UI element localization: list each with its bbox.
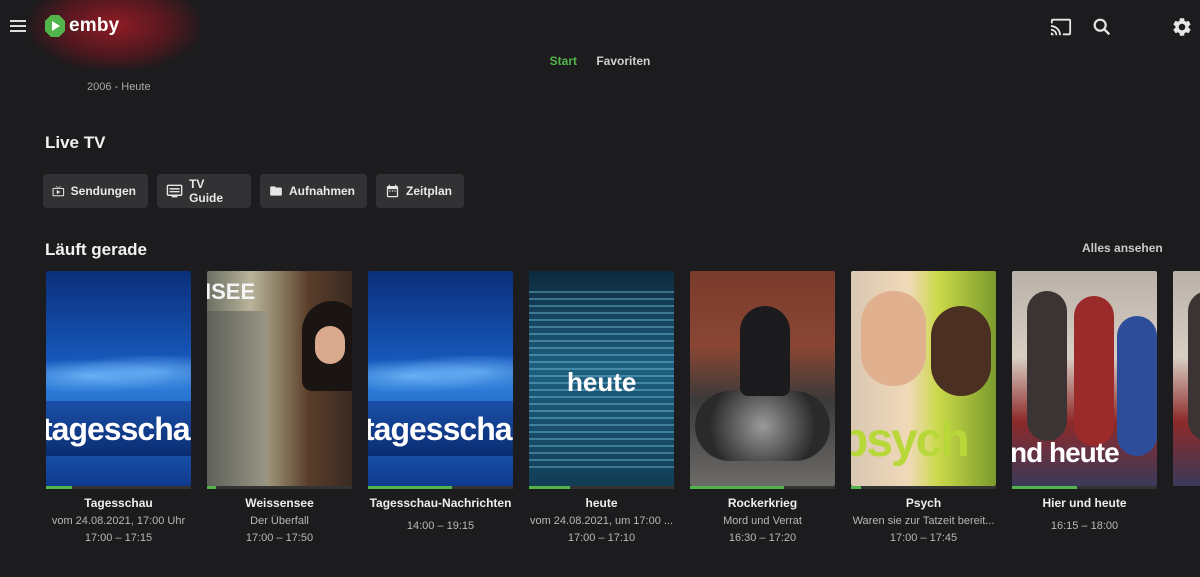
aufnahmen-button[interactable]: Aufnahmen: [260, 174, 367, 208]
poster-text: psych: [851, 414, 970, 467]
progress-bar: [529, 486, 674, 489]
program-title: Rockerkrieg: [727, 496, 798, 510]
tab-favoriten[interactable]: Favoriten: [596, 54, 650, 68]
program-subtitle: vom 24.08.2021, um 17:00 ...: [529, 515, 674, 527]
program-time: 17:00 – 17:15: [84, 532, 153, 544]
aufnahmen-label: Aufnahmen: [289, 184, 355, 198]
now-playing-title[interactable]: Läuft gerade: [45, 240, 147, 260]
guide-icon: [166, 184, 183, 198]
program-poster: psych: [851, 271, 996, 486]
program-card-tagesschau-nachrichten[interactable]: tagesschau Tagesschau-Nachrichten 14:00 …: [368, 271, 513, 532]
program-title: Hier und heute: [1042, 496, 1127, 510]
program-card-hier-und-heute[interactable]: nd heute Hier und heute 16:15 – 18:00: [1012, 271, 1157, 532]
program-time: 17:00 – 17:45: [889, 532, 958, 544]
program-card-partial[interactable]: [1173, 271, 1200, 486]
program-poster: heute: [529, 271, 674, 486]
home-tabs: Start Favoriten: [0, 54, 1200, 68]
live-tv-title[interactable]: Live TV: [45, 133, 105, 153]
poster-text: tagesschau: [368, 411, 513, 447]
program-title: Psych: [905, 496, 942, 510]
program-card-psych[interactable]: psych Psych Waren sie zur Tatzeit bereit…: [851, 271, 996, 544]
poster-text: ISEE: [207, 279, 256, 304]
poster-text: tagesschau: [46, 411, 191, 447]
program-poster: [690, 271, 835, 486]
sendungen-button[interactable]: Sendungen: [43, 174, 148, 208]
program-card-heute[interactable]: heute heute vom 24.08.2021, um 17:00 ...…: [529, 271, 674, 544]
progress-bar: [690, 486, 835, 489]
program-poster: tagesschau: [46, 271, 191, 486]
emby-logo-icon: [45, 15, 65, 37]
poster-text: nd heute: [1012, 437, 1120, 468]
program-time: 16:30 – 17:20: [728, 532, 797, 544]
sendungen-label: Sendungen: [70, 184, 136, 198]
folder-icon: [270, 186, 282, 196]
see-all-link[interactable]: Alles ansehen: [1082, 241, 1163, 255]
now-playing-row: tagesschau Tagesschau vom 24.08.2021, 17…: [46, 271, 1200, 561]
program-title: Weissensee: [245, 496, 314, 510]
tv-icon: [52, 185, 65, 197]
menu-button[interactable]: [8, 16, 28, 36]
program-title: Tagesschau: [84, 496, 153, 510]
progress-bar: [1012, 486, 1157, 489]
program-card-weissensee[interactable]: ISEE Weissensee Der Überfall 17:00 – 17:…: [207, 271, 352, 544]
tab-start[interactable]: Start: [550, 54, 577, 68]
emby-logo[interactable]: emby: [45, 15, 119, 37]
program-title: heute: [585, 496, 618, 510]
live-tv-buttons: Sendungen TV Guide Aufnahmen Zeitplan: [43, 174, 464, 208]
progress-bar: [368, 486, 513, 489]
calendar-icon: [386, 184, 399, 198]
tv-guide-label: TV Guide: [189, 177, 224, 205]
program-poster: ISEE: [207, 271, 352, 486]
program-poster: tagesschau: [368, 271, 513, 486]
zeitplan-button[interactable]: Zeitplan: [376, 174, 464, 208]
program-poster: [1173, 271, 1200, 486]
program-time: 16:15 – 18:00: [1050, 520, 1119, 532]
poster-text: heute: [567, 367, 637, 397]
program-title: Tagesschau-Nachrichten: [369, 496, 512, 510]
program-card-tagesschau[interactable]: tagesschau Tagesschau vom 24.08.2021, 17…: [46, 271, 191, 544]
program-poster: nd heute: [1012, 271, 1157, 486]
program-subtitle: Mord und Verrat: [723, 515, 802, 527]
program-time: 17:00 – 17:50: [245, 532, 314, 544]
program-subtitle: Waren sie zur Tatzeit bereit...: [852, 515, 995, 527]
progress-bar: [207, 486, 352, 489]
program-card-rockerkrieg[interactable]: Rockerkrieg Mord und Verrat 16:30 – 17:2…: [690, 271, 835, 544]
program-time: 17:00 – 17:10: [567, 532, 636, 544]
app-bar: emby: [0, 0, 1200, 70]
tv-guide-button[interactable]: TV Guide: [157, 174, 251, 208]
progress-bar: [46, 486, 191, 489]
search-icon[interactable]: [1091, 16, 1113, 38]
program-subtitle: vom 24.08.2021, 17:00 Uhr: [51, 515, 186, 527]
gear-icon[interactable]: [1171, 16, 1193, 38]
zeitplan-label: Zeitplan: [405, 184, 452, 198]
progress-bar: [851, 486, 996, 489]
year-range: 2006 - Heute: [87, 81, 151, 93]
program-time: 14:00 – 19:15: [406, 520, 475, 532]
cast-icon[interactable]: [1050, 16, 1072, 38]
program-subtitle: Der Überfall: [250, 515, 309, 527]
logo-text: emby: [69, 15, 120, 36]
